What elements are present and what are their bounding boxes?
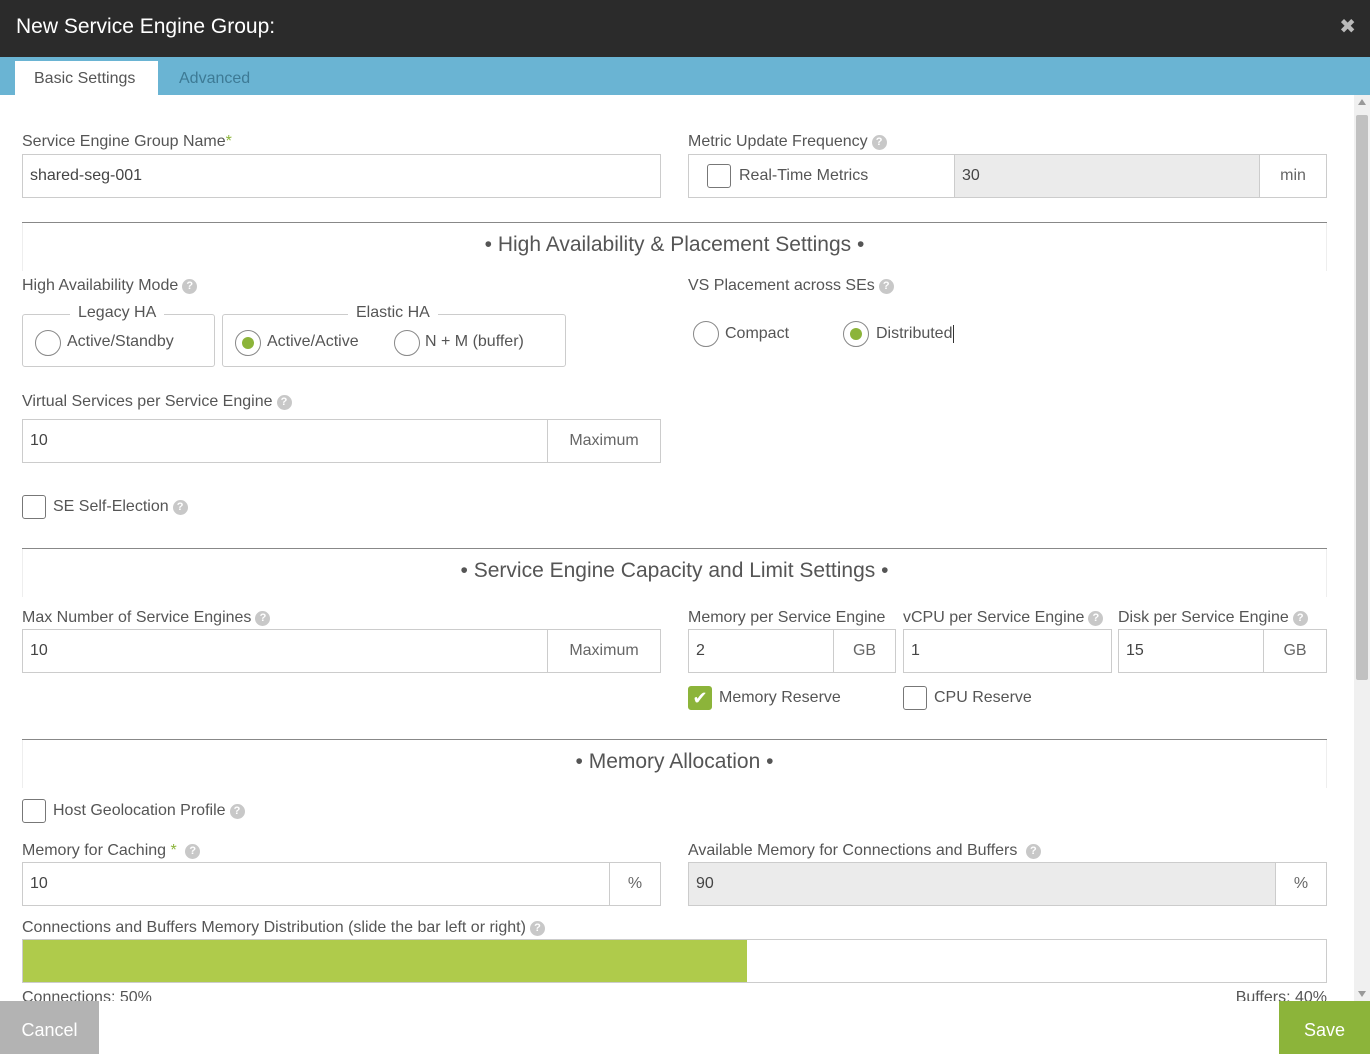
help-icon[interactable]: ? — [1088, 611, 1104, 626]
legacy-ha-legend: Legacy HA — [70, 304, 165, 322]
metric-unit-addon: min — [1259, 155, 1326, 197]
caching-unit-addon: % — [609, 863, 660, 905]
scroll-up-icon[interactable] — [1358, 99, 1366, 105]
memory-unit-addon: GB — [833, 630, 895, 672]
disk-per-se-input[interactable]: 15 GB — [1118, 629, 1327, 673]
vcpu-per-se-input[interactable]: 1 — [903, 629, 1112, 673]
required-marker: * — [225, 133, 232, 150]
vs-placement-label: VS Placement across SEs? — [688, 277, 894, 295]
connections-fill[interactable] — [23, 940, 747, 982]
realtime-metrics-box: Real-Time Metrics — [688, 154, 955, 198]
dialog-content: Service Engine Group Name* shared-seg-00… — [0, 95, 1354, 1001]
available-memory-label: Available Memory for Connections and Buf… — [688, 842, 1041, 860]
radio-active-active[interactable] — [235, 330, 261, 356]
memory-reserve-checkbox[interactable]: ✔ — [688, 686, 712, 710]
host-geolocation-label: Host Geolocation Profile? — [53, 802, 245, 820]
buffers-percent: Buffers: 40% — [1235, 989, 1327, 1001]
memory-per-se-label: Memory per Service Engine — [688, 609, 886, 626]
capacity-section-title: • Service Engine Capacity and Limit Sett… — [22, 548, 1327, 598]
elastic-ha-legend: Elastic HA — [348, 304, 438, 322]
max-se-addon: Maximum — [547, 630, 660, 672]
close-icon[interactable]: ✖ — [1339, 14, 1356, 39]
radio-n-plus-m[interactable] — [394, 330, 420, 356]
metric-update-label: Metric Update Frequency? — [688, 133, 887, 151]
ha-section-title: • High Availability & Placement Settings… — [22, 222, 1327, 272]
required-marker: * — [170, 842, 177, 859]
dialog-titlebar: New Service Engine Group: ✖ — [0, 0, 1370, 57]
distributed-label: Distributed — [876, 325, 955, 343]
vs-per-se-input[interactable]: 10 Maximum — [22, 419, 661, 463]
available-unit-addon: % — [1275, 863, 1326, 905]
disk-unit-addon: GB — [1263, 630, 1326, 672]
compact-label: Compact — [725, 325, 790, 342]
help-icon[interactable]: ? — [172, 500, 188, 515]
save-button[interactable]: Save — [1279, 1001, 1370, 1054]
tab-bar: Basic Settings Advanced — [0, 57, 1370, 95]
legacy-ha-group: Legacy HA Active/Standby — [22, 304, 215, 367]
realtime-metrics-label: Real-Time Metrics — [739, 167, 869, 184]
vertical-scrollbar[interactable] — [1354, 95, 1370, 1001]
max-se-input[interactable]: 10 Maximum — [22, 629, 661, 673]
memory-distribution-slider[interactable] — [22, 939, 1327, 983]
active-active-label: Active/Active — [267, 333, 359, 350]
help-icon[interactable]: ? — [229, 804, 245, 819]
distribution-label: Connections and Buffers Memory Distribut… — [22, 919, 545, 937]
cancel-button[interactable]: Cancel — [0, 1001, 99, 1054]
help-icon[interactable]: ? — [255, 611, 271, 626]
dialog-footer: Cancel Save — [0, 1001, 1370, 1054]
tab-basic-settings[interactable]: Basic Settings — [15, 61, 158, 95]
seg-name-label: Service Engine Group Name* — [22, 133, 232, 150]
vcpu-per-se-label: vCPU per Service Engine? — [903, 609, 1104, 627]
tab-advanced[interactable]: Advanced — [160, 61, 269, 95]
connections-percent: Connections: 50% — [22, 989, 152, 1001]
elastic-ha-group: Elastic HA Active/Active N + M (buffer) — [222, 304, 566, 367]
memory-section-title: • Memory Allocation • — [22, 739, 1327, 789]
memory-per-se-input[interactable]: 2 GB — [688, 629, 896, 673]
n-plus-m-label: N + M (buffer) — [425, 333, 524, 350]
memory-caching-input[interactable]: 10 % — [22, 862, 661, 906]
active-standby-label: Active/Standby — [67, 333, 174, 350]
se-self-election-label: SE Self-Election? — [53, 498, 188, 516]
radio-compact[interactable] — [693, 321, 719, 347]
radio-active-standby[interactable] — [35, 330, 61, 356]
help-icon[interactable]: ? — [529, 921, 545, 936]
memory-reserve-label: Memory Reserve — [719, 689, 841, 706]
metric-update-input: 30 min — [954, 154, 1327, 198]
help-icon[interactable]: ? — [878, 279, 894, 294]
radio-distributed[interactable] — [843, 321, 869, 347]
scroll-thumb[interactable] — [1356, 115, 1368, 680]
seg-name-input[interactable]: shared-seg-001 — [22, 154, 661, 198]
help-icon[interactable]: ? — [1292, 611, 1308, 626]
help-icon[interactable]: ? — [1025, 844, 1041, 859]
memory-caching-label: Memory for Caching * ? — [22, 842, 201, 860]
disk-per-se-label: Disk per Service Engine? — [1118, 609, 1308, 627]
scroll-down-icon[interactable] — [1358, 991, 1366, 997]
help-icon[interactable]: ? — [871, 135, 887, 150]
vs-per-se-addon: Maximum — [547, 420, 660, 462]
realtime-metrics-checkbox[interactable] — [707, 164, 731, 188]
dialog-title: New Service Engine Group: — [16, 15, 276, 38]
se-self-election-checkbox[interactable] — [22, 495, 46, 519]
help-icon[interactable]: ? — [185, 844, 201, 859]
vs-per-se-label: Virtual Services per Service Engine? — [22, 393, 292, 411]
help-icon[interactable]: ? — [276, 395, 292, 410]
cpu-reserve-label: CPU Reserve — [934, 689, 1032, 706]
max-se-label: Max Number of Service Engines? — [22, 609, 271, 627]
ha-mode-label: High Availability Mode? — [22, 277, 198, 295]
cpu-reserve-checkbox[interactable] — [903, 686, 927, 710]
available-memory-input: 90 % — [688, 862, 1327, 906]
help-icon[interactable]: ? — [182, 279, 198, 294]
host-geolocation-checkbox[interactable] — [22, 799, 46, 823]
